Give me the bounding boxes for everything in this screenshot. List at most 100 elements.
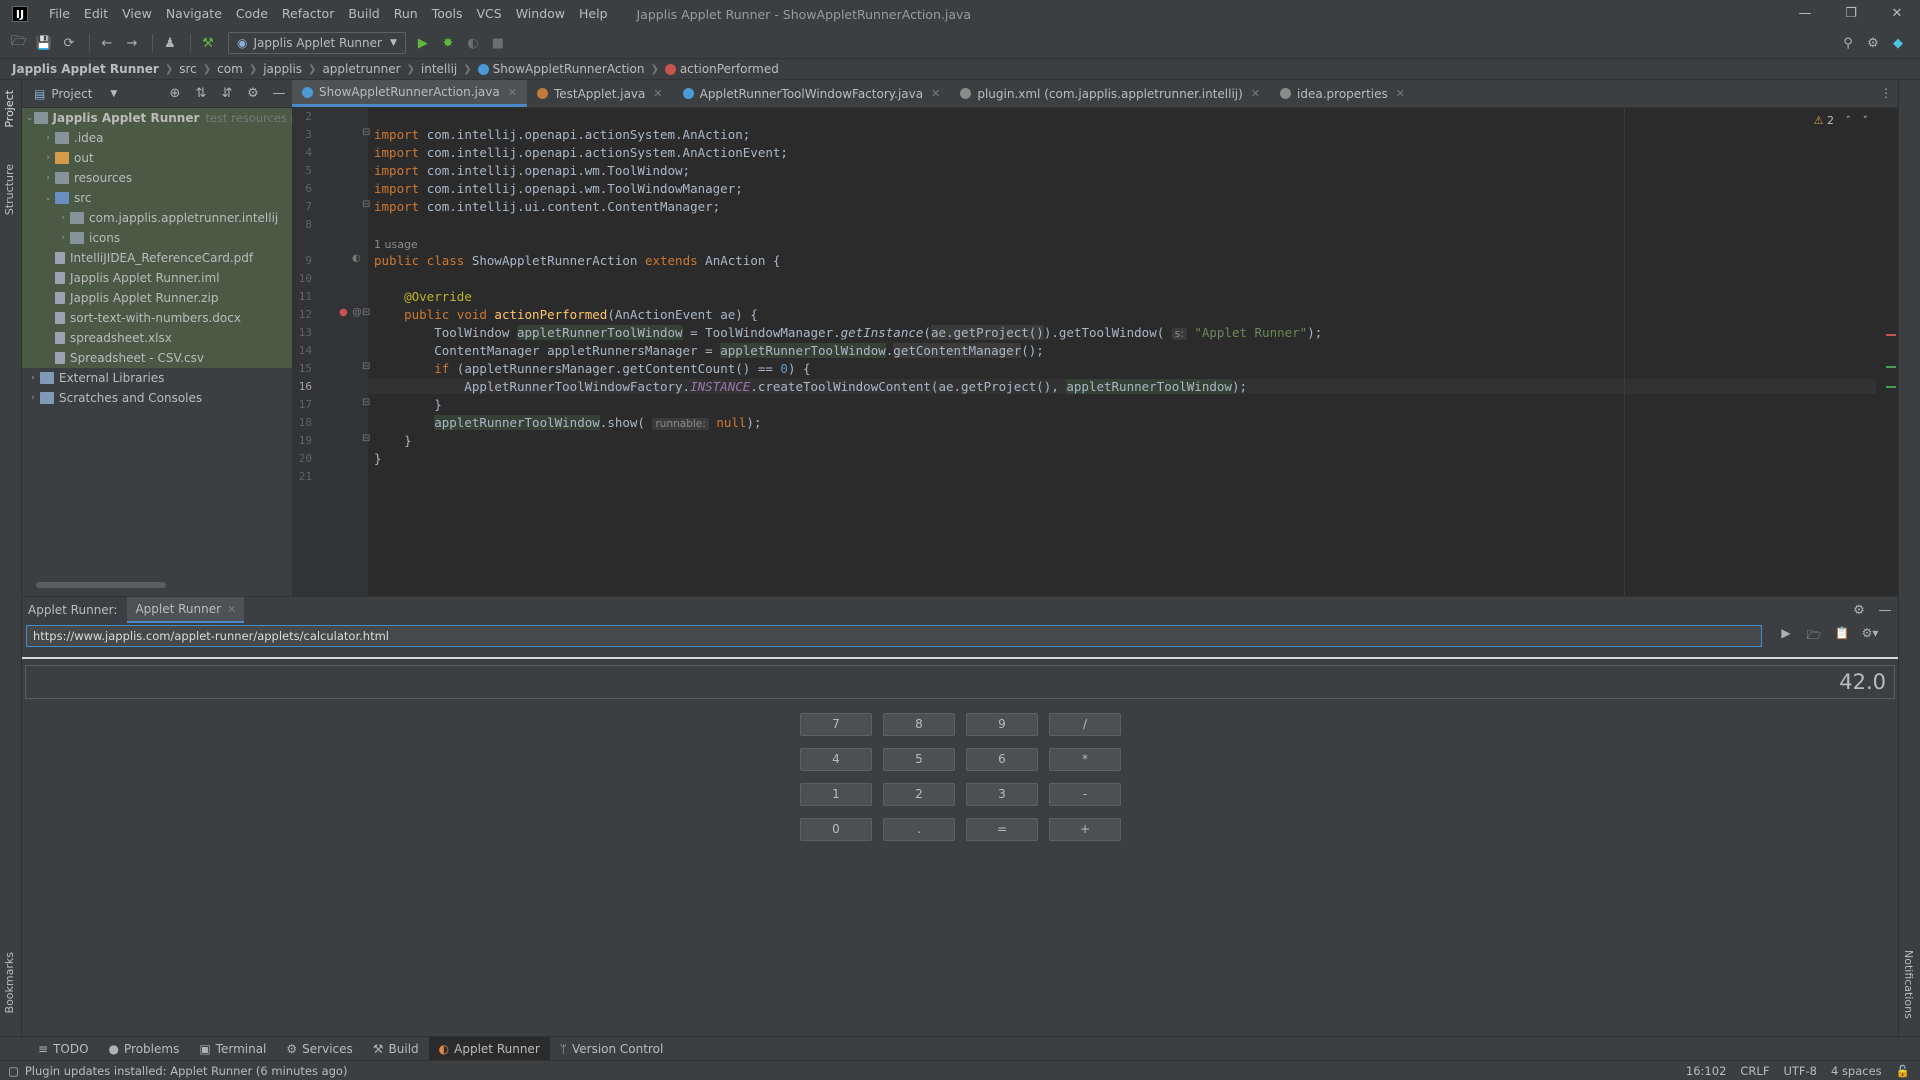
hide-panel-icon[interactable]: — bbox=[1872, 603, 1898, 618]
editor-tab[interactable]: AppletRunnerToolWindowFactory.java ✕ bbox=[673, 80, 951, 107]
tree-item[interactable]: sort-text-with-numbers.docx bbox=[22, 308, 292, 328]
tool-tab-project[interactable]: Project bbox=[3, 90, 16, 128]
menu-run[interactable]: Run bbox=[387, 0, 425, 28]
hide-panel-icon[interactable]: — bbox=[266, 86, 292, 101]
menu-code[interactable]: Code bbox=[229, 0, 275, 28]
close-icon[interactable]: ✕ bbox=[1396, 87, 1405, 100]
menu-refactor[interactable]: Refactor bbox=[275, 0, 341, 28]
tree-item[interactable]: › Scratches and Consoles bbox=[22, 388, 292, 408]
minimize-icon[interactable]: — bbox=[1782, 0, 1828, 28]
tool-tab-services[interactable]: ⚙ Services bbox=[276, 1037, 362, 1061]
forward-arrow-icon[interactable]: → bbox=[121, 32, 143, 54]
caret-position[interactable]: 16:102 bbox=[1686, 1064, 1726, 1078]
change-stripe-marker[interactable] bbox=[1886, 366, 1896, 368]
lock-icon[interactable]: 🔓 bbox=[1896, 1064, 1910, 1078]
tree-item[interactable]: ⌄ src bbox=[22, 188, 292, 208]
tree-item[interactable]: spreadsheet.xlsx bbox=[22, 328, 292, 348]
code-area[interactable]: import com.intellij.openapi.actionSystem… bbox=[368, 108, 1876, 596]
editor-tab[interactable]: TestApplet.java ✕ bbox=[527, 80, 673, 107]
tool-tab-structure[interactable]: Structure bbox=[3, 164, 16, 215]
calculator-key[interactable]: 0 bbox=[800, 818, 872, 841]
menu-help[interactable]: Help bbox=[572, 0, 615, 28]
override-icon[interactable]: ● bbox=[339, 307, 348, 318]
calculator-key[interactable]: 1 bbox=[800, 783, 872, 806]
tree-item[interactable]: IntelliJIDEA_ReferenceCard.pdf bbox=[22, 248, 292, 268]
tree-item[interactable]: Spreadsheet - CSV.csv bbox=[22, 348, 292, 368]
breadcrumb-appletrunner[interactable]: appletrunner bbox=[322, 62, 400, 76]
open-folder-icon[interactable]: 🗁 bbox=[8, 32, 30, 54]
jetbrains-toolbox-icon[interactable]: ◆ bbox=[1887, 32, 1909, 54]
tree-item[interactable]: Japplis Applet Runner.iml bbox=[22, 268, 292, 288]
chevron-down-icon[interactable]: ⌄ bbox=[26, 113, 34, 123]
tree-item[interactable]: › out bbox=[22, 148, 292, 168]
restore-icon[interactable]: ❐ bbox=[1828, 0, 1874, 28]
tree-item[interactable]: › .idea bbox=[22, 128, 292, 148]
menu-file[interactable]: File bbox=[42, 0, 77, 28]
horizontal-scrollbar[interactable] bbox=[36, 582, 166, 588]
calculator-key[interactable]: 3 bbox=[966, 783, 1038, 806]
sync-icon[interactable]: ⟳ bbox=[58, 32, 80, 54]
chevron-down-icon[interactable]: ⌄ bbox=[41, 193, 55, 203]
annotation-at-icon[interactable]: @ bbox=[352, 307, 362, 318]
tree-item[interactable]: ⌄ Japplis Applet Runner test resources roo… bbox=[22, 108, 317, 128]
menu-build[interactable]: Build bbox=[341, 0, 386, 28]
editor-tab[interactable]: plugin.xml (com.japplis.appletrunner.int… bbox=[950, 80, 1270, 107]
menu-edit[interactable]: Edit bbox=[77, 0, 115, 28]
tool-window-tab[interactable]: Applet Runner ✕ bbox=[127, 597, 245, 623]
settings-gear-icon[interactable]: ⚙ bbox=[240, 86, 266, 101]
menu-view[interactable]: View bbox=[115, 0, 159, 28]
project-panel-title[interactable]: Project bbox=[51, 87, 92, 101]
calculator-key[interactable]: 8 bbox=[883, 713, 955, 736]
open-folder-icon[interactable]: 🗁 bbox=[1800, 626, 1828, 647]
tree-item[interactable]: › External Libraries bbox=[22, 368, 292, 388]
implements-icon[interactable]: ◐ bbox=[352, 253, 361, 264]
calculator-key[interactable]: 4 bbox=[800, 748, 872, 771]
error-stripe-marker[interactable] bbox=[1886, 334, 1896, 336]
editor-tab[interactable]: ShowAppletRunnerAction.java ✕ bbox=[292, 80, 527, 107]
menu-window[interactable]: Window bbox=[509, 0, 572, 28]
build-hammer-icon[interactable]: ⚒ bbox=[197, 32, 219, 54]
breadcrumb-method[interactable]: actionPerformed bbox=[680, 62, 779, 76]
menu-tools[interactable]: Tools bbox=[425, 0, 470, 28]
indent-setting[interactable]: 4 spaces bbox=[1831, 1064, 1882, 1078]
tree-item[interactable]: › com.japplis.appletrunner.intellij bbox=[22, 208, 292, 228]
breadcrumb-project[interactable]: Japplis Applet Runner bbox=[12, 62, 159, 76]
collapse-all-icon[interactable]: ⇵ bbox=[214, 86, 240, 101]
chevron-right-icon[interactable]: › bbox=[56, 233, 70, 243]
chevron-right-icon[interactable]: › bbox=[26, 373, 40, 383]
tool-tab-applet-runner[interactable]: ◐ Applet Runner bbox=[428, 1036, 550, 1061]
calculator-key[interactable]: 2 bbox=[883, 783, 955, 806]
tool-tab-bookmarks[interactable]: Bookmarks bbox=[3, 952, 16, 1013]
close-icon[interactable]: ✕ bbox=[653, 87, 662, 100]
settings-dropdown-icon[interactable]: ⚙▾ bbox=[1856, 626, 1884, 647]
user-icon[interactable]: ♟ bbox=[159, 32, 181, 54]
breadcrumb-com[interactable]: com bbox=[217, 62, 243, 76]
tree-item[interactable]: Japplis Applet Runner.zip bbox=[22, 288, 292, 308]
tool-tab-problems[interactable]: ● Problems bbox=[99, 1037, 190, 1061]
search-icon[interactable]: ⚲ bbox=[1837, 32, 1859, 54]
usages-hint[interactable]: 1 usage bbox=[374, 236, 418, 251]
calculator-key[interactable]: - bbox=[1049, 783, 1121, 806]
calculator-key[interactable]: + bbox=[1049, 818, 1121, 841]
status-icon[interactable]: ▢ bbox=[8, 1064, 19, 1078]
chevron-right-icon[interactable]: › bbox=[41, 173, 55, 183]
run-icon[interactable]: ▶ bbox=[1772, 626, 1800, 647]
run-icon[interactable]: ▶ bbox=[412, 32, 434, 54]
chevron-right-icon[interactable]: › bbox=[41, 153, 55, 163]
tree-item[interactable]: › icons bbox=[22, 228, 292, 248]
close-icon[interactable]: ✕ bbox=[931, 87, 940, 100]
back-arrow-icon[interactable]: ← bbox=[96, 32, 118, 54]
chevron-right-icon[interactable]: › bbox=[26, 393, 40, 403]
breadcrumb-japplis[interactable]: japplis bbox=[263, 62, 302, 76]
debug-icon[interactable]: ✸ bbox=[437, 32, 459, 54]
chevron-down-icon[interactable]: ▼ bbox=[110, 89, 117, 99]
editor-tab[interactable]: idea.properties ✕ bbox=[1270, 80, 1415, 107]
chevron-down-icon[interactable]: ˅ bbox=[1863, 114, 1869, 127]
tool-tab-todo[interactable]: ≡ TODO bbox=[28, 1037, 99, 1061]
tool-tab-build[interactable]: ⚒ Build bbox=[363, 1037, 429, 1061]
expand-all-icon[interactable]: ⇅ bbox=[188, 86, 214, 101]
tool-tab-terminal[interactable]: ▣ Terminal bbox=[189, 1037, 276, 1061]
calculator-key[interactable]: . bbox=[883, 818, 955, 841]
calculator-key[interactable]: / bbox=[1049, 713, 1121, 736]
calculator-key[interactable]: 6 bbox=[966, 748, 1038, 771]
